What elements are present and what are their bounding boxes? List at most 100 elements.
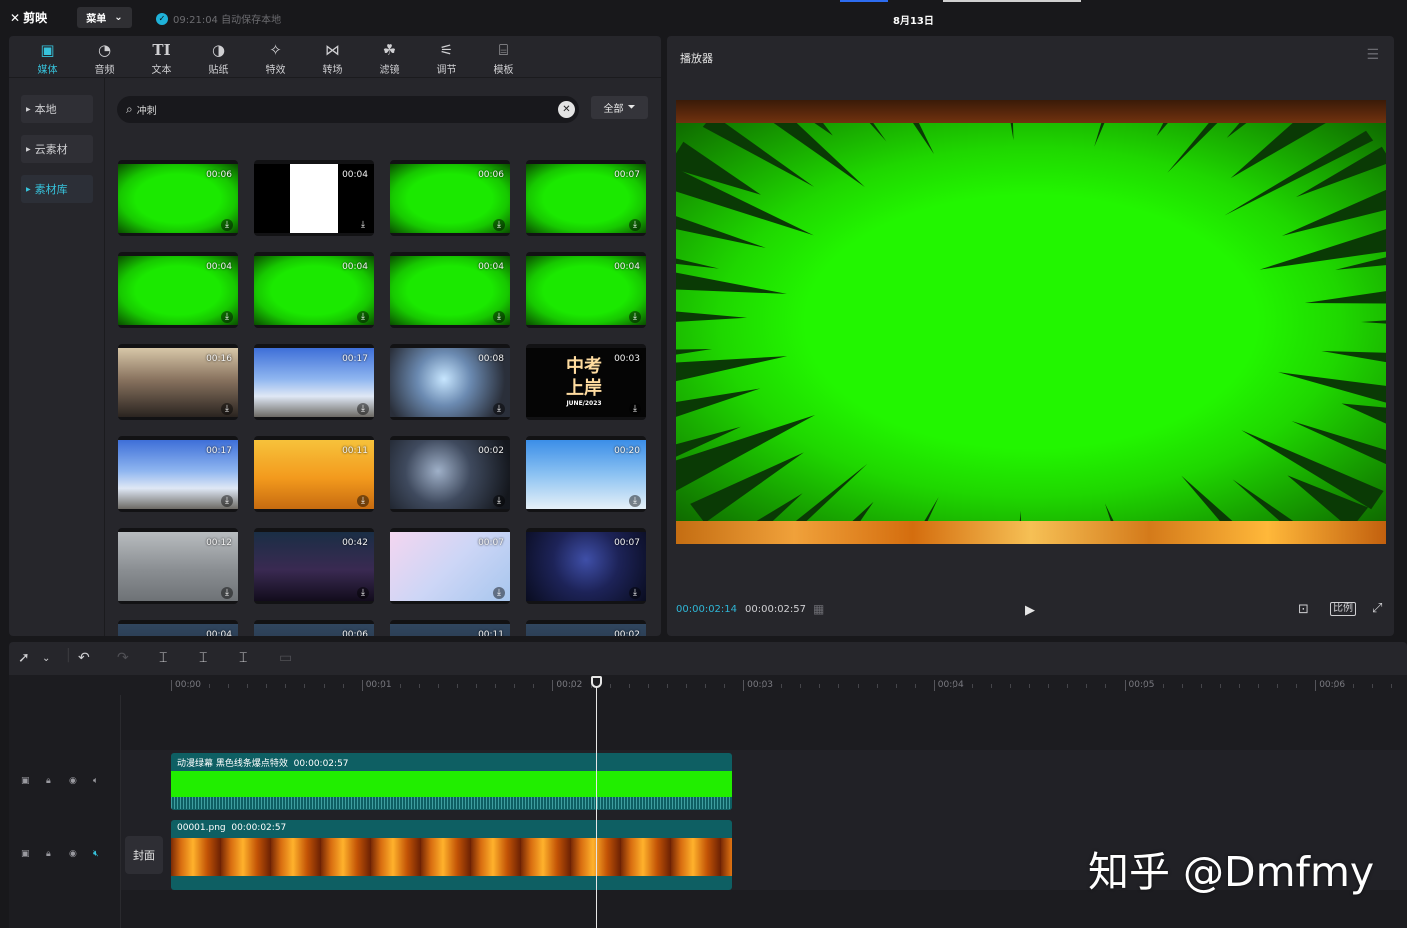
- eye-icon[interactable]: ◉: [69, 849, 77, 859]
- grid-icon[interactable]: ▦: [813, 602, 824, 616]
- play-button[interactable]: ▶: [1025, 603, 1035, 618]
- undo-icon[interactable]: ↶: [78, 650, 90, 666]
- media-thumbnail[interactable]: 00:04: [118, 620, 238, 636]
- delete-icon[interactable]: ▭: [279, 650, 292, 666]
- video-clip[interactable]: 动漫绿幕 黑色线条爆点特效 00:00:02:57: [171, 753, 732, 810]
- tab-adjust[interactable]: ⚟ 调节: [418, 36, 475, 77]
- sidebar-item-label: 云素材: [34, 143, 68, 156]
- download-icon[interactable]: ⤓: [357, 587, 369, 599]
- playhead[interactable]: [596, 678, 597, 928]
- media-thumbnail[interactable]: 00:17 ⤓: [118, 436, 238, 512]
- media-thumbnail[interactable]: 00:12 ⤓: [118, 528, 238, 604]
- caret-right-icon: ▶: [26, 185, 31, 193]
- trim-left-icon[interactable]: ⌶: [199, 650, 207, 666]
- volume-icon[interactable]: 🔈︎: [93, 776, 98, 786]
- download-icon[interactable]: ⤓: [493, 311, 505, 323]
- media-thumbnail[interactable]: 00:06 ⤓: [390, 160, 510, 236]
- thumbnail-duration: 00:07: [614, 170, 640, 180]
- ratio-button[interactable]: 比例: [1330, 602, 1356, 616]
- ruler-minor-tick: [571, 684, 573, 688]
- sidebar-item-cloud[interactable]: ▶ 云素材: [21, 135, 93, 163]
- download-icon[interactable]: ⤓: [493, 587, 505, 599]
- tab-effects[interactable]: ✧ 特效: [247, 36, 304, 77]
- download-icon[interactable]: ⤓: [629, 403, 641, 415]
- ruler-minor-tick: [781, 684, 783, 688]
- media-thumbnail[interactable]: 00:07 ⤓: [526, 160, 646, 236]
- media-thumbnail[interactable]: 00:11: [390, 620, 510, 636]
- tab-media[interactable]: ▣ 媒体: [19, 36, 76, 77]
- cover-button[interactable]: 封面: [125, 836, 163, 874]
- tab-sticker[interactable]: ◑ 贴纸: [190, 36, 247, 77]
- track-visible-icon[interactable]: ▣: [21, 776, 30, 786]
- media-thumbnail[interactable]: 00:02: [526, 620, 646, 636]
- eye-icon[interactable]: ◉: [69, 776, 77, 786]
- download-icon[interactable]: ⤓: [221, 311, 233, 323]
- lock-icon[interactable]: 🔒︎: [46, 849, 51, 859]
- download-icon[interactable]: ⤓: [629, 311, 641, 323]
- download-icon[interactable]: ⤓: [357, 219, 369, 231]
- sidebar-item-label: 本地: [34, 103, 57, 116]
- sidebar-item-local[interactable]: ▶ 本地: [21, 95, 93, 123]
- download-icon[interactable]: ⤓: [357, 403, 369, 415]
- media-thumbnail[interactable]: 00:02 ⤓: [390, 436, 510, 512]
- app-logo: ✕ 剪映: [10, 9, 47, 26]
- fullscreen-icon[interactable]: ⤢: [1372, 601, 1382, 616]
- download-icon[interactable]: ⤓: [493, 403, 505, 415]
- media-thumbnail[interactable]: 00:04 ⤓: [254, 252, 374, 328]
- ruler-minor-tick: [952, 684, 954, 688]
- download-icon[interactable]: ⤓: [357, 495, 369, 507]
- media-thumbnail[interactable]: 00:07 ⤓: [390, 528, 510, 604]
- track-visible-icon[interactable]: ▣: [21, 849, 30, 859]
- media-thumbnail[interactable]: 00:04 ⤓: [526, 252, 646, 328]
- tab-label: 模板: [493, 65, 514, 76]
- clear-icon[interactable]: ✕: [558, 101, 575, 118]
- focus-icon[interactable]: ⊡: [1298, 602, 1309, 617]
- media-thumbnail[interactable]: 00:17 ⤓: [254, 344, 374, 420]
- media-thumbnail[interactable]: 00:04 ⤓: [118, 252, 238, 328]
- image-clip[interactable]: 00001.png 00:00:02:57: [171, 820, 732, 890]
- media-thumbnail[interactable]: 00:11 ⤓: [254, 436, 374, 512]
- trim-right-icon[interactable]: ⌶: [239, 650, 247, 666]
- download-icon[interactable]: ⤓: [493, 219, 505, 231]
- media-thumbnail[interactable]: 00:42 ⤓: [254, 528, 374, 604]
- speed-line: [676, 356, 788, 382]
- search-input[interactable]: ⌕ 冲刺 ✕: [117, 96, 579, 123]
- media-thumbnail[interactable]: 00:04 ⤓: [254, 160, 374, 236]
- tab-text[interactable]: TI 文本: [133, 36, 190, 77]
- download-icon[interactable]: ⤓: [221, 219, 233, 231]
- redo-icon[interactable]: ↷: [117, 650, 129, 666]
- media-icon: ▣: [40, 41, 55, 59]
- media-thumbnail[interactable]: 00:08 ⤓: [390, 344, 510, 420]
- tab-template[interactable]: ⌸ 模板: [475, 36, 532, 77]
- media-thumbnail[interactable]: 00:16 ⤓: [118, 344, 238, 420]
- cursor-icon[interactable]: ➚: [18, 650, 30, 666]
- media-thumbnail[interactable]: 00:06 ⤓: [118, 160, 238, 236]
- media-thumbnail[interactable]: 00:06: [254, 620, 374, 636]
- download-icon[interactable]: ⤓: [221, 495, 233, 507]
- tab-audio[interactable]: ◔ 音频: [76, 36, 133, 77]
- media-thumbnail[interactable]: 00:07 ⤓: [526, 528, 646, 604]
- media-thumbnail[interactable]: 中考 上岸 JUNE/2023 00:03 ⤓: [526, 344, 646, 420]
- media-thumbnail[interactable]: 00:20 ⤓: [526, 436, 646, 512]
- download-icon[interactable]: ⤓: [629, 495, 641, 507]
- split-icon[interactable]: ⌶: [159, 650, 167, 666]
- mute-icon[interactable]: 🔇︎: [93, 849, 99, 859]
- chevron-down-icon[interactable]: ⌄: [42, 653, 50, 664]
- download-icon[interactable]: ⤓: [629, 219, 641, 231]
- playhead-handle[interactable]: [591, 676, 602, 688]
- menu-button[interactable]: 菜单 ⌄: [77, 7, 132, 28]
- download-icon[interactable]: ⤓: [221, 587, 233, 599]
- sidebar-item-library[interactable]: ▶ 素材库: [21, 175, 93, 203]
- media-thumbnail[interactable]: 00:04 ⤓: [390, 252, 510, 328]
- lock-icon[interactable]: 🔒︎: [46, 776, 51, 786]
- download-icon[interactable]: ⤓: [221, 403, 233, 415]
- download-icon[interactable]: ⤓: [629, 587, 641, 599]
- ruler-minor-tick: [380, 684, 382, 688]
- download-icon[interactable]: ⤓: [357, 311, 369, 323]
- tab-filter[interactable]: ☘ 滤镜: [361, 36, 418, 77]
- clip-duration: 00:00:02:57: [231, 823, 287, 833]
- hamburger-icon[interactable]: ☰: [1366, 47, 1379, 63]
- filter-button[interactable]: 全部 ⏷: [591, 96, 648, 119]
- download-icon[interactable]: ⤓: [493, 495, 505, 507]
- tab-transition[interactable]: ⋈ 转场: [304, 36, 361, 77]
